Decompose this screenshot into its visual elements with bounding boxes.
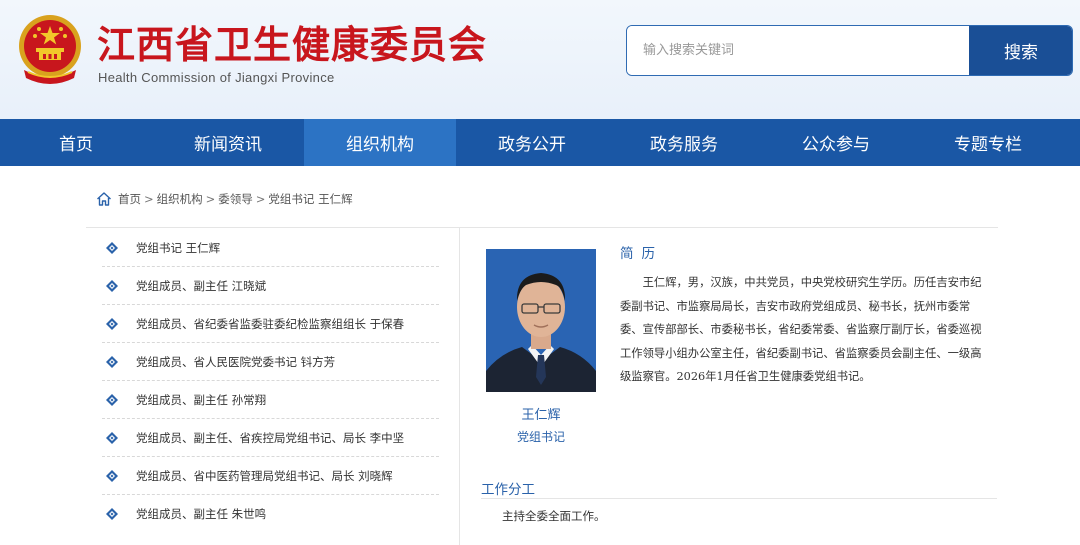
leader-list-item[interactable]: 党组成员、副主任 朱世鸣 [102, 495, 439, 533]
leader-name: 王仁辉 [521, 408, 561, 423]
duty-heading: 工作分工 [481, 482, 535, 498]
leader-list-item[interactable]: 党组成员、省中医药管理局党组书记、局长 刘晓辉 [102, 457, 439, 495]
leader-list-item-label: 党组成员、副主任 孙常翔 [136, 392, 267, 407]
column-divider [459, 228, 460, 545]
breadcrumb-separator: > [255, 192, 266, 206]
breadcrumb-current: 党组书记 王仁辉 [268, 192, 353, 206]
leader-list-item-label: 党组成员、副主任 朱世鸣 [136, 507, 267, 521]
nav-item-services[interactable]: 政务服务 [608, 119, 760, 166]
leader-list-item[interactable]: 党组成员、副主任、省疾控局党组书记、局长 李中坚 [102, 419, 439, 457]
nav-item-public-participation[interactable]: 公众参与 [760, 119, 912, 166]
national-emblem-logo[interactable] [14, 12, 86, 88]
leader-list-item-label: 党组成员、副主任、省疾控局党组书记、局长 李中坚 [136, 430, 405, 445]
site-header: 江西省卫生健康委员会 Health Commission of Jiangxi … [0, 0, 1080, 119]
diamond-bullet-icon [106, 241, 118, 254]
content-divider [86, 227, 998, 228]
diamond-bullet-icon [106, 469, 118, 482]
leader-list-item[interactable]: 党组成员、省人民医院党委书记 钭方芳 [102, 343, 439, 381]
breadcrumb-separator: > [144, 192, 154, 206]
duty-text: 主持全委全面工作。 [502, 509, 606, 523]
leader-position: 党组书记 [516, 430, 565, 444]
nav-item-organization[interactable]: 组织机构 [304, 119, 456, 166]
leader-list-item[interactable]: 党组成员、省纪委省监委驻委纪检监察组组长 于保春 [102, 305, 439, 343]
bio-heading: 简历 [620, 246, 663, 262]
site-title[interactable]: 江西省卫生健康委员会 [97, 14, 487, 69]
nav-item-government-affairs[interactable]: 政务公开 [456, 119, 608, 166]
diamond-bullet-icon [106, 355, 118, 368]
search-button[interactable]: 搜索 [969, 26, 1072, 75]
nav-item-special-topics[interactable]: 专题专栏 [912, 119, 1064, 166]
breadcrumb: 首页 > 组织机构 > 委领导 > 党组书记 王仁辉 [96, 191, 353, 207]
leader-list-item-label: 党组书记 王仁辉 [136, 240, 221, 255]
breadcrumb-separator: > [205, 192, 216, 206]
search-box: 搜索 [626, 25, 1073, 76]
nav-item-home[interactable]: 首页 [0, 119, 152, 166]
breadcrumb-leadership[interactable]: 委领导 [218, 191, 253, 207]
leader-list-item-label: 党组成员、副主任 江晓斌 [136, 278, 267, 293]
leader-list-item-label: 党组成员、省人民医院党委书记 钭方芳 [136, 354, 336, 369]
diamond-bullet-icon [106, 431, 118, 444]
site-subtitle: Health Commission of Jiangxi Province [98, 70, 335, 85]
duty-divider [481, 498, 997, 499]
leader-list-item-label: 党组成员、省纪委省监委驻委纪检监察组组长 于保春 [136, 316, 405, 331]
main-nav: 首页 新闻资讯 组织机构 政务公开 政务服务 公众参与 专题专栏 [0, 119, 1080, 166]
leader-list-item[interactable]: 党组成员、副主任 孙常翔 [102, 381, 439, 419]
breadcrumb-organization[interactable]: 组织机构 [157, 191, 203, 207]
bio-text: 王仁辉，男，汉族，中共党员，中央党校研究生学历。历任吉安市纪委副书记、市监察局局… [620, 276, 982, 383]
leader-list-item-label: 党组成员、省中医药管理局党组书记、局长 刘晓辉 [136, 468, 393, 483]
home-icon [97, 192, 111, 206]
leader-list: 党组书记 王仁辉 党组成员、副主任 江晓斌 党组成员、省纪委省监委驻委纪检监察组… [102, 229, 439, 533]
diamond-bullet-icon [106, 393, 118, 406]
leader-list-item[interactable]: 党组成员、副主任 江晓斌 [102, 267, 439, 305]
breadcrumb-home[interactable]: 首页 [118, 191, 141, 207]
nav-item-news[interactable]: 新闻资讯 [152, 119, 304, 166]
search-input[interactable] [627, 26, 969, 75]
diamond-bullet-icon [106, 279, 118, 292]
diamond-bullet-icon [106, 317, 118, 330]
leader-list-item[interactable]: 党组书记 王仁辉 [102, 229, 439, 267]
leader-portrait-photo [486, 249, 596, 392]
diamond-bullet-icon [106, 508, 118, 520]
